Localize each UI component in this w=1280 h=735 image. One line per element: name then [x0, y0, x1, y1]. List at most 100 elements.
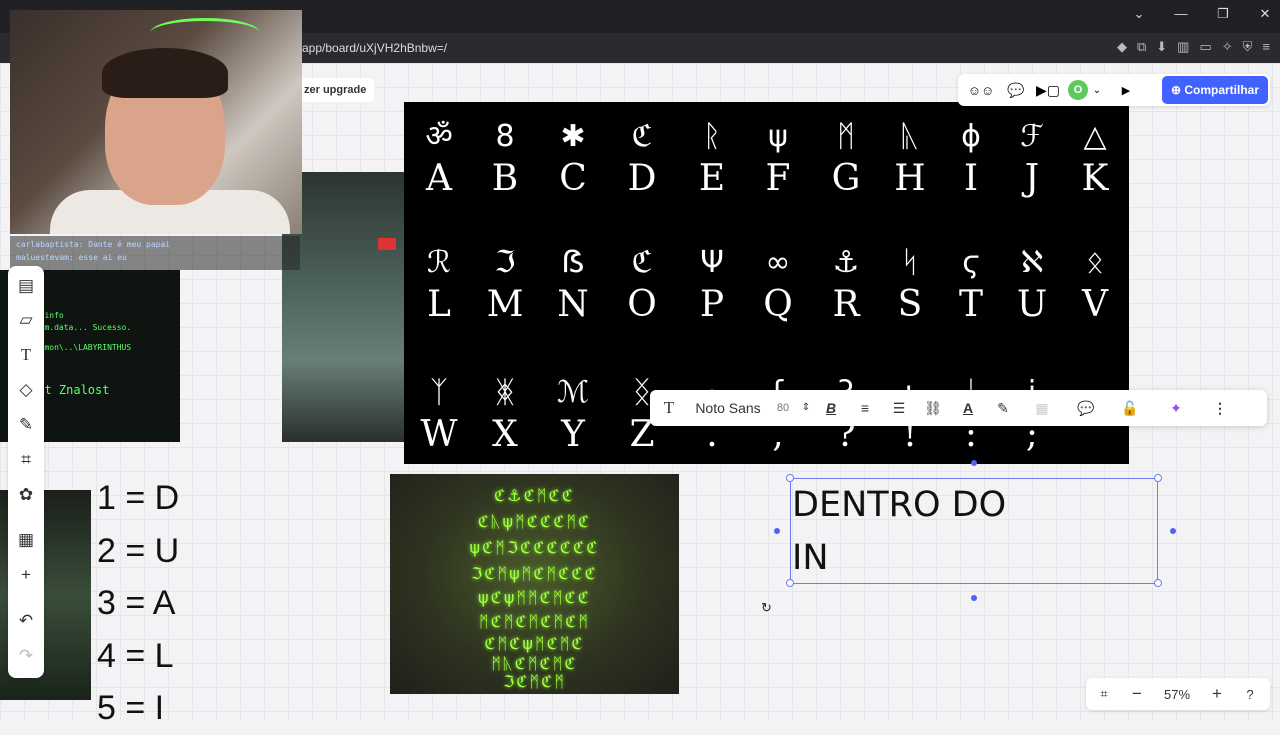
pen-icon[interactable]: ✎	[14, 413, 38, 437]
window-controls: ⌄ — ❐ ✕	[1132, 6, 1272, 22]
shapes-icon[interactable]: ◇	[14, 378, 38, 402]
font-family-select[interactable]: Noto Sans	[688, 390, 768, 426]
zoom-out-icon[interactable]: −	[1122, 684, 1152, 704]
tab-list-icon[interactable]: ⌄	[1132, 6, 1146, 22]
cipher-letter: M	[486, 284, 524, 325]
cipher-glyph: ✱	[560, 119, 586, 154]
text-format-toolbar: T Noto Sans 80 ⇕ B ≡ ☰ ⛓ A ✎ ▦ 💬 🔓 ✦ ⋮	[650, 390, 1267, 426]
globe-icon: ⊕	[1170, 83, 1185, 97]
fit-frame-icon[interactable]: ⌗	[1086, 686, 1122, 702]
cipher-glyph: △	[1083, 119, 1107, 154]
connector-dot[interactable]	[1170, 528, 1176, 534]
redo-icon[interactable]: ↷	[14, 644, 38, 668]
leo-ai-icon[interactable]: ✧	[1222, 39, 1233, 55]
ai-assist-icon[interactable]: ✦	[1152, 390, 1200, 426]
chat-icon[interactable]: 💬	[1000, 82, 1032, 99]
brave-rewards-icon[interactable]: ◆	[1117, 39, 1127, 55]
cipher-glyph: ∞	[765, 245, 791, 280]
cipher-glyph: ψ	[768, 119, 788, 154]
resize-handle[interactable]	[1154, 474, 1162, 482]
cipher-cell: ᛟV	[1064, 242, 1126, 326]
help-icon[interactable]: ?	[1232, 687, 1268, 702]
chevron-down-icon[interactable]: ⌄	[1088, 85, 1106, 96]
connector-dot[interactable]	[971, 595, 977, 601]
highlight-icon[interactable]: ✎	[986, 390, 1020, 426]
text-type-icon[interactable]: T	[650, 390, 688, 426]
font-size-stepper-icon[interactable]: ⇕	[798, 390, 814, 426]
wallet-icon[interactable]: ▭	[1199, 39, 1211, 55]
cipher-cell: ⚓ R	[815, 242, 877, 326]
extensions-icon[interactable]: ⧉	[1137, 39, 1146, 55]
mapping-text[interactable]: 1 = D 2 = U 3 = A 4 = L 5 = I	[97, 472, 179, 735]
text-color-icon[interactable]: A	[950, 390, 986, 426]
connector-dot[interactable]	[774, 528, 780, 534]
rotate-icon[interactable]: ↻	[761, 600, 772, 616]
templates-icon[interactable]: ▤	[14, 274, 38, 298]
restore-icon[interactable]: ❐	[1216, 6, 1230, 22]
bold-icon[interactable]: B	[814, 390, 848, 426]
resize-handle[interactable]	[786, 474, 794, 482]
person-hair	[102, 48, 228, 98]
terminal-line: ...info	[30, 311, 64, 320]
cipher-cell: ℭD	[611, 116, 673, 200]
cipher-glyph: ℛ	[427, 245, 451, 280]
table-icon[interactable]: ▦	[14, 528, 38, 552]
rune-row: ψℭψᛗᛗℭᛗℭℭ	[478, 588, 591, 607]
cipher-letter: E	[698, 158, 726, 199]
selected-text-box[interactable]: DENTRO DO IN	[790, 478, 1158, 584]
address-bar[interactable]: app/board/uXjVH2hBnbw=/	[290, 37, 950, 59]
add-icon[interactable]: +	[14, 563, 38, 587]
share-button[interactable]: ⊕ Compartilhar	[1162, 76, 1268, 104]
sticky-note-icon[interactable]: ▱	[14, 308, 38, 332]
cipher-glyph: ᛗ	[837, 119, 855, 154]
rune-row: ψℭᛗℑℭℭℭℭℭℭ	[469, 538, 600, 557]
zoom-in-icon[interactable]: +	[1202, 684, 1232, 704]
text-tool-icon[interactable]: T	[14, 343, 38, 367]
cipher-glyph: ϕ	[961, 119, 981, 154]
cipher-cell: ΨP	[681, 242, 743, 326]
resize-handle[interactable]	[786, 579, 794, 587]
text-box-content[interactable]: DENTRO DO IN	[791, 479, 1157, 585]
sidebar-icon[interactable]: ▥	[1177, 39, 1189, 55]
align-left-icon[interactable]: ≡	[848, 390, 882, 426]
undo-icon[interactable]: ↶	[14, 609, 38, 633]
present-icon[interactable]: ▶	[1112, 84, 1140, 97]
red-mark	[378, 238, 396, 250]
cipher-letter: L	[427, 284, 451, 325]
video-call-icon[interactable]: ▶▢	[1032, 82, 1064, 99]
resize-handle[interactable]	[1154, 579, 1162, 587]
lock-icon[interactable]: 🔓	[1108, 390, 1152, 426]
cipher-cell: ✱ C	[542, 116, 604, 200]
frame-icon[interactable]: ⌗	[14, 448, 38, 472]
downloads-icon[interactable]: ⬇	[1156, 39, 1167, 55]
apps-icon[interactable]: ✿	[14, 483, 38, 507]
more-options-icon[interactable]: ⋮	[1200, 390, 1240, 426]
mapping-line: 5 = I	[97, 689, 165, 727]
font-size-value[interactable]: 80	[768, 390, 798, 426]
reactions-icon[interactable]: ☺☺	[962, 83, 1000, 98]
minimize-icon[interactable]: —	[1174, 6, 1188, 22]
zoom-level[interactable]: 57%	[1152, 687, 1202, 702]
user-avatar[interactable]: O	[1068, 80, 1088, 100]
close-window-icon[interactable]: ✕	[1258, 6, 1272, 22]
cipher-letter: W	[420, 414, 458, 455]
terminal-big-text: ost Znalost	[30, 383, 110, 397]
bullet-list-icon[interactable]: ☰	[882, 390, 916, 426]
cipher-letter: D	[627, 158, 657, 199]
connector-dot[interactable]	[971, 460, 977, 466]
vpn-icon[interactable]: ⛨	[1243, 39, 1253, 55]
cipher-letter: Q	[763, 284, 793, 325]
cipher-glyph: Ψ	[700, 245, 724, 280]
cipher-cell: ψF	[747, 116, 809, 200]
green-rune-image[interactable]: ℭ⚓ℭᛗℭℭ ℭᚣψᛗℭℭℭᛗℭ ψℭᛗℑℭℭℭℭℭℭ ℑℭᛗψᛗℭᛗℭℭℭ ψ…	[390, 474, 679, 694]
cipher-letter: C	[559, 158, 587, 199]
menu-icon[interactable]: ≡	[1262, 39, 1270, 55]
comment-icon[interactable]: 💬	[1064, 390, 1108, 426]
cipher-letter: P	[699, 284, 725, 325]
upgrade-button[interactable]: zer upgrade	[300, 78, 374, 102]
webcam-overlay	[10, 10, 302, 234]
cipher-letter: V	[1082, 284, 1108, 325]
fill-color-icon[interactable]: ▦	[1020, 390, 1064, 426]
link-icon[interactable]: ⛓	[916, 390, 950, 426]
cipher-glyph: ℵ	[1020, 245, 1044, 280]
